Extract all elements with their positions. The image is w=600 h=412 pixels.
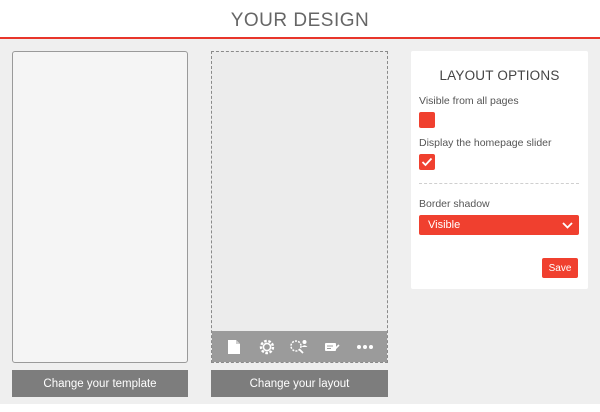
options-divider xyxy=(419,183,579,184)
edit-card-icon[interactable] xyxy=(320,335,344,359)
change-template-button[interactable]: Change your template xyxy=(12,370,188,397)
search-users-icon[interactable] xyxy=(287,335,311,359)
layout-options-title: LAYOUT OPTIONS xyxy=(439,68,560,83)
save-button[interactable]: Save xyxy=(542,258,578,278)
page-header: YOUR DESIGN xyxy=(0,0,600,39)
chevron-down-icon xyxy=(562,221,573,229)
border-shadow-label: Border shadow xyxy=(419,198,490,210)
homepage-slider-checkbox[interactable] xyxy=(419,154,435,170)
page-title: YOUR DESIGN xyxy=(230,10,370,31)
change-layout-button[interactable]: Change your layout xyxy=(211,370,388,397)
settings-cog-icon[interactable] xyxy=(255,335,279,359)
template-preview xyxy=(12,51,188,363)
border-shadow-select[interactable]: Visible xyxy=(419,215,579,235)
document-icon[interactable] xyxy=(222,335,246,359)
visible-all-pages-label: Visible from all pages xyxy=(419,95,519,107)
layout-options-panel: LAYOUT OPTIONS Visible from all pages Di… xyxy=(411,51,588,289)
checkmark-icon xyxy=(421,157,433,167)
homepage-slider-label: Display the homepage slider xyxy=(419,137,552,149)
layout-toolbar xyxy=(212,331,387,362)
bottom-bar xyxy=(0,404,600,412)
border-shadow-value: Visible xyxy=(428,219,461,231)
visible-all-pages-checkbox[interactable] xyxy=(419,112,435,128)
layout-preview xyxy=(211,51,388,363)
more-dots-icon[interactable] xyxy=(353,335,377,359)
